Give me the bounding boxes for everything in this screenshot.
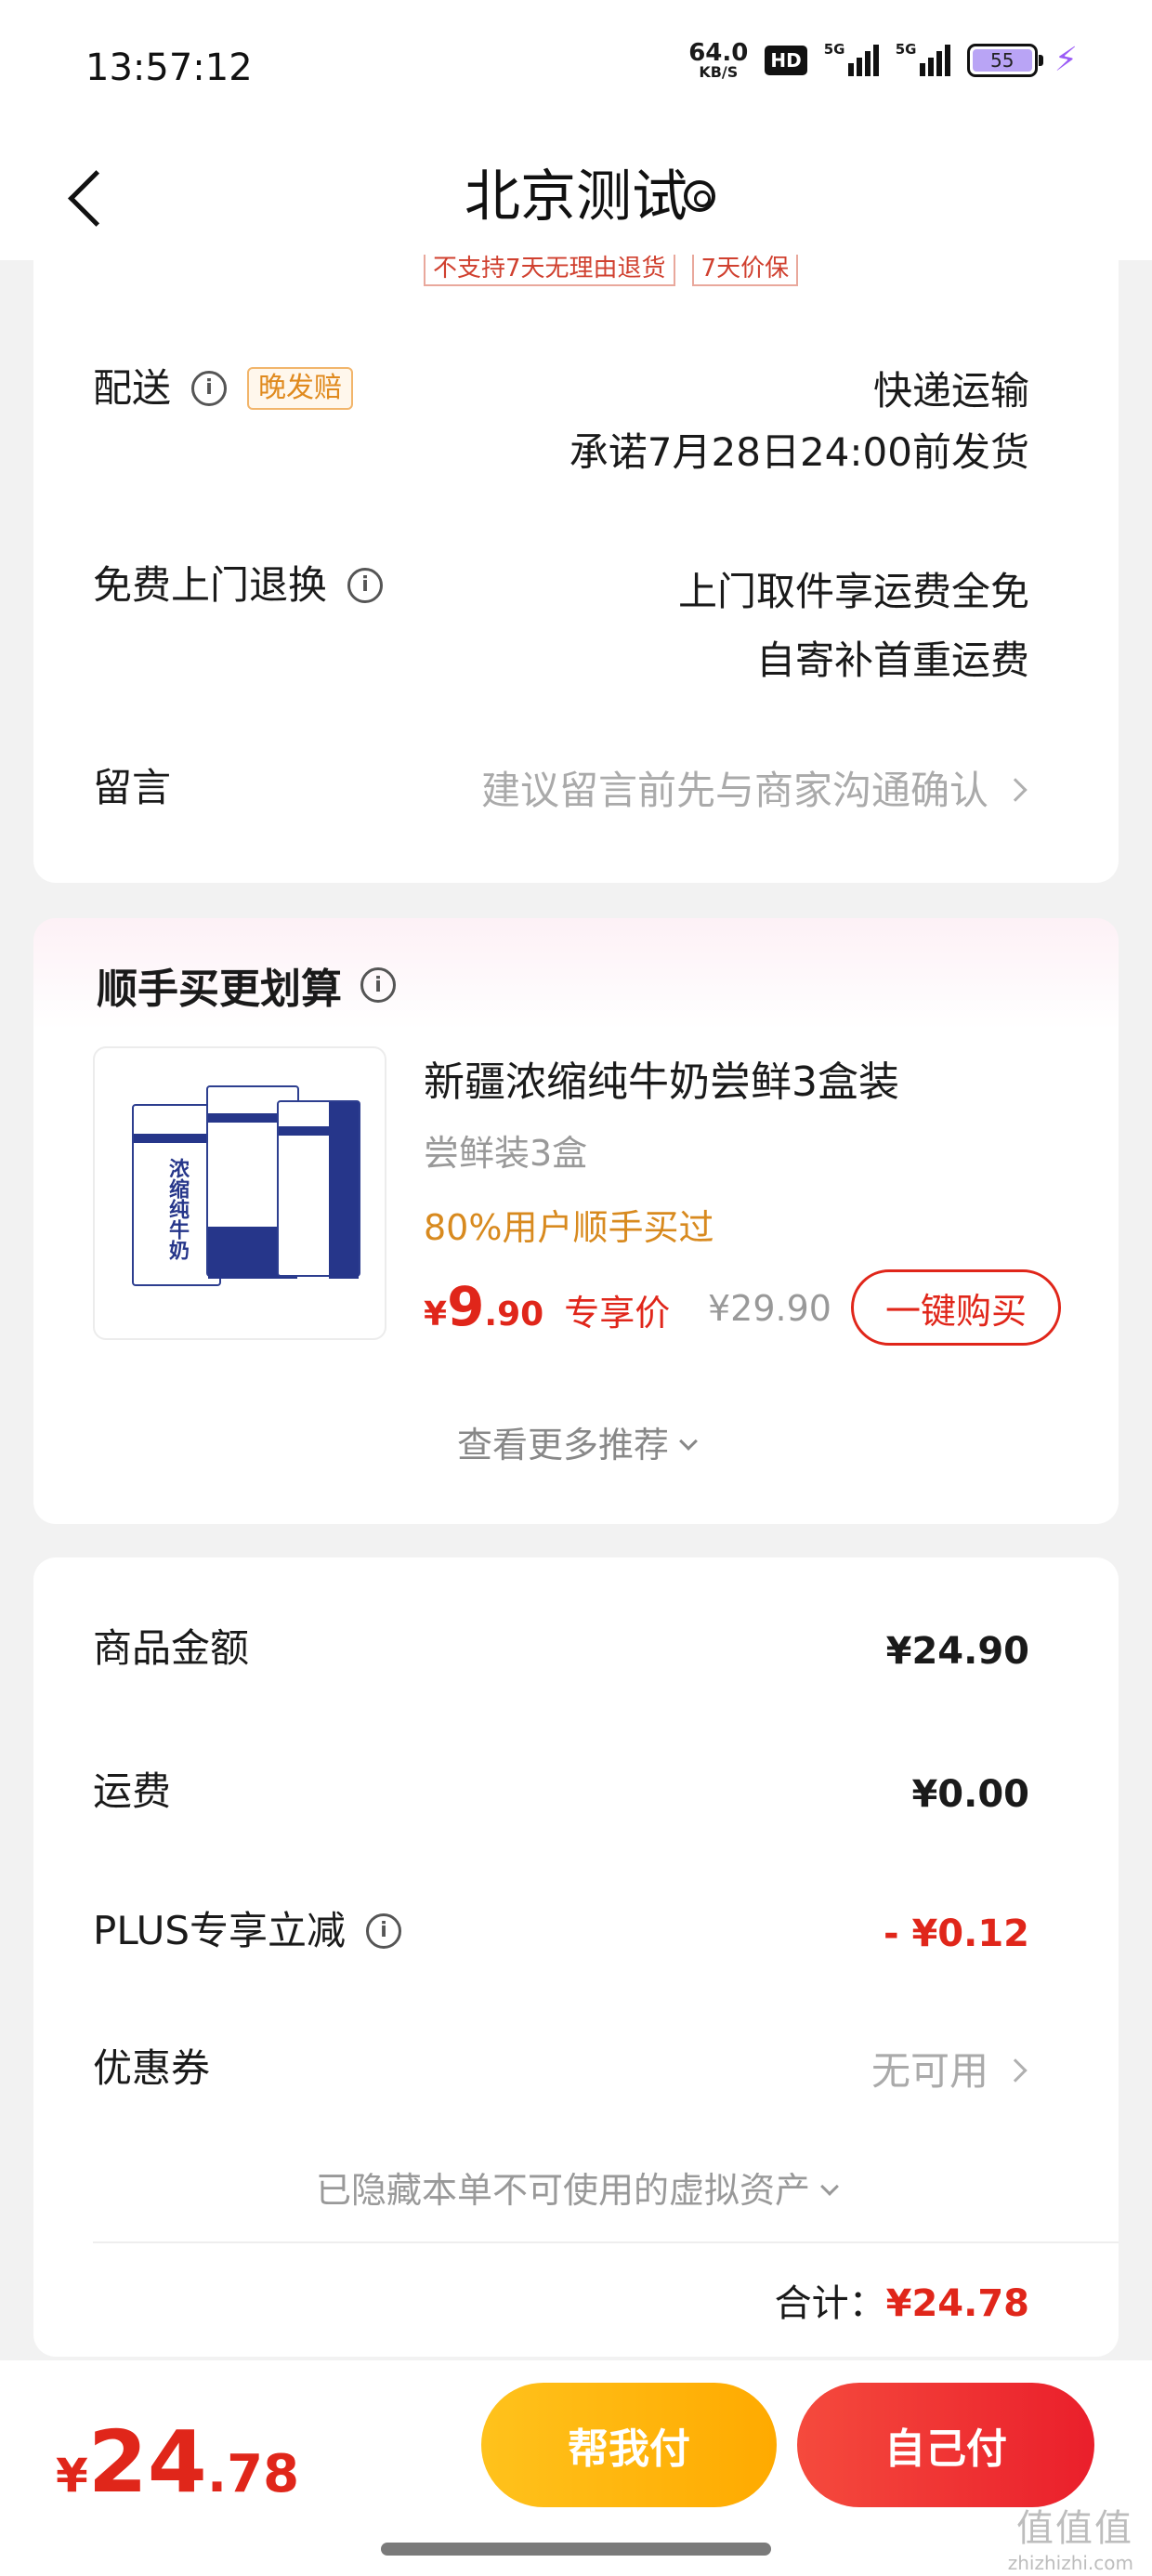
- home-indicator[interactable]: [381, 2543, 771, 2556]
- more-recommendations-label: 查看更多推荐: [456, 1425, 669, 1465]
- total-symbol: ¥: [56, 2449, 88, 2503]
- free-return-detail: 上门取件享运费全免 自寄补首重运费: [678, 558, 1029, 695]
- battery-level: 55: [972, 49, 1032, 72]
- nav-bar: 北京测试: [0, 139, 1152, 260]
- info-icon[interactable]: i: [191, 371, 228, 406]
- free-return-line: 上门取件享运费全免: [677, 569, 1029, 614]
- milk-carton-image: [277, 1100, 360, 1279]
- message-row[interactable]: 留言 建议留言前先与商家沟通确认: [93, 760, 1029, 821]
- chevron-down-icon: [820, 2177, 839, 2196]
- network-speed-unit: KB/S: [699, 63, 739, 81]
- shipping-row: 配送 i 晚发赔 快递运输 承诺7月28日24:00前发货: [93, 361, 1029, 481]
- plus-discount-label: PLUS专享立减: [93, 1908, 347, 1953]
- shipping-method: 快递运输: [872, 368, 1029, 414]
- watermark-logo: 值值值 zhizhizhi.com: [1008, 2498, 1133, 2574]
- price-integer: 9: [447, 1275, 485, 1338]
- free-return-line: 自寄补首重运费: [755, 637, 1029, 683]
- signal-icon-2: 5G: [896, 41, 950, 76]
- free-return-row: 免费上门退换 i 上门取件享运费全免 自寄补首重运费: [93, 558, 1029, 688]
- subtotal: 合计： ¥24.78: [775, 2273, 1029, 2327]
- message-input[interactable]: 建议留言前先与商家沟通确认: [481, 760, 1029, 821]
- signal-label: 5G: [823, 41, 845, 58]
- info-icon[interactable]: i: [347, 568, 384, 603]
- watermark-url: zhizhizhi.com: [1007, 2552, 1133, 2574]
- location-pin-icon[interactable]: [684, 180, 715, 212]
- info-icon[interactable]: i: [366, 1913, 402, 1949]
- shipping-fee-label: 运费: [93, 1768, 172, 1814]
- total-integer: 24: [87, 2412, 207, 2512]
- summary-card: 商品金额 ¥24.90 运费 ¥0.00 PLUS专享立减 i - ¥0.12 …: [33, 1557, 1119, 2357]
- summary-row: 运费 ¥0.00: [93, 1764, 1029, 1825]
- message-label: 留言: [93, 765, 172, 810]
- addon-card: 顺手买更划算 i 浓缩纯牛奶 新疆浓缩纯牛奶尝鲜3盒装 尝鲜装3盒 80%用户顺…: [33, 918, 1119, 1524]
- addon-title-group: 顺手买更划算 i: [97, 955, 396, 1015]
- goods-amount-value: ¥24.90: [885, 1630, 1029, 1673]
- delivery-card: 不支持7天无理由退货 7天价保 配送 i 晚发赔 快递运输 承诺7月28日24:…: [33, 255, 1119, 883]
- signal-label-2: 5G: [895, 41, 917, 58]
- status-time: 13:57:12: [85, 46, 253, 89]
- battery-icon: 55: [966, 44, 1043, 77]
- free-return-label: 免费上门退换: [93, 562, 328, 608]
- price-decimal: .90: [484, 1295, 544, 1334]
- summary-row: PLUS专享立减 i - ¥0.12: [93, 1903, 1029, 1965]
- service-tags: 不支持7天无理由退货 7天价保: [424, 255, 799, 286]
- watermark-text: 值值值: [1016, 2507, 1133, 2550]
- info-icon[interactable]: i: [360, 967, 396, 1003]
- plus-discount-value: - ¥0.12: [883, 1912, 1029, 1955]
- network-speed: 64.0 KB/S: [688, 41, 748, 80]
- shipping-fee-value: ¥0.00: [911, 1773, 1029, 1816]
- product-image[interactable]: 浓缩纯牛奶: [93, 1046, 386, 1340]
- signal-icon: 5G: [824, 41, 879, 76]
- hidden-assets-toggle[interactable]: 已隐藏本单不可使用的虚拟资产: [33, 2162, 1119, 2213]
- chevron-right-icon: [1003, 778, 1028, 802]
- total-decimal: .78: [206, 2444, 300, 2504]
- charging-icon: ⚡: [1054, 41, 1078, 79]
- chevron-right-icon: [1003, 2058, 1028, 2083]
- network-speed-value: 64.0: [688, 39, 749, 67]
- help-pay-button[interactable]: 帮我付: [481, 2383, 777, 2507]
- total-price: ¥ 24 .78: [56, 2412, 299, 2512]
- summary-row: 商品金额 ¥24.90: [93, 1621, 1029, 1682]
- shipping-label-group: 配送 i 晚发赔: [93, 361, 354, 416]
- status-icons: 64.0 KB/S HD 5G 5G 55 ⚡: [688, 41, 1078, 80]
- subtotal-label: 合计：: [774, 2282, 886, 2325]
- price-symbol: ¥: [424, 1295, 448, 1334]
- checkout-bar: ¥ 24 .78 帮我付 自己付 值值值 zhizhizhi.com: [0, 2360, 1152, 2576]
- message-placeholder: 建议留言前先与商家沟通确认: [480, 768, 988, 813]
- more-recommendations-link[interactable]: 查看更多推荐: [33, 1416, 1119, 1467]
- goods-amount-label: 商品金额: [93, 1625, 250, 1671]
- shipping-label: 配送: [93, 365, 172, 411]
- late-compensation-badge: 晚发赔: [247, 367, 354, 410]
- original-price: ¥29.90: [708, 1288, 831, 1329]
- chevron-down-icon: [679, 1432, 698, 1451]
- service-tag: 7天价保: [691, 255, 799, 286]
- hd-voice-icon: HD: [765, 46, 807, 75]
- product-price: ¥ 9 .90 专享价: [424, 1275, 670, 1338]
- product-name[interactable]: 新疆浓缩纯牛奶尝鲜3盒装: [424, 1048, 899, 1108]
- service-tag: 不支持7天无理由退货: [424, 255, 675, 286]
- free-return-label-group: 免费上门退换 i: [93, 558, 384, 613]
- status-bar: 13:57:12 64.0 KB/S HD 5G 5G 55 ⚡: [0, 0, 1152, 139]
- page-title: 北京测试: [465, 164, 687, 230]
- price-tag: 专享价: [564, 1293, 671, 1334]
- product-spec: 尝鲜装3盒: [424, 1133, 588, 1174]
- shipping-promise: 承诺7月28日24:00前发货: [569, 429, 1029, 475]
- product-popularity: 80%用户顺手买过: [424, 1207, 714, 1248]
- coupon-row[interactable]: 优惠券 无可用: [93, 2041, 1029, 2102]
- coupon-value: 无可用: [871, 2048, 988, 2094]
- one-click-buy-button[interactable]: 一键购买: [851, 1269, 1061, 1346]
- divider: [93, 2241, 1119, 2243]
- self-pay-button[interactable]: 自己付: [797, 2383, 1094, 2507]
- subtotal-value: ¥24.78: [885, 2282, 1029, 2325]
- coupon-value-group[interactable]: 无可用: [871, 2041, 1029, 2102]
- coupon-label: 优惠券: [93, 2045, 211, 2091]
- shipping-detail: 快递运输 承诺7月28日24:00前发货: [569, 361, 1029, 483]
- carton-label: 浓缩纯牛奶: [165, 1158, 189, 1260]
- hidden-assets-label: 已隐藏本单不可使用的虚拟资产: [315, 2170, 810, 2211]
- addon-title: 顺手买更划算: [97, 966, 342, 1013]
- plus-discount-label-group: PLUS专享立减 i: [93, 1903, 402, 1959]
